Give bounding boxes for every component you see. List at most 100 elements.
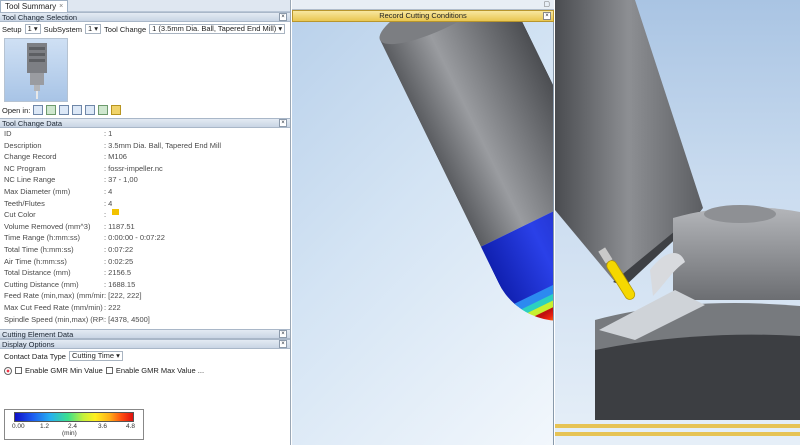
tool-data-row: ID: 1 [0, 128, 290, 140]
display-options-title: Display Options [2, 340, 55, 350]
legend-tick: 2.4 [68, 423, 78, 430]
color-legend: 0.00 1.2 2.4 3.6 4.8 (min) [4, 409, 144, 440]
tool-data-row: Time Range (h:mm:ss) : 0:00:00 - 0:07:22 [0, 232, 290, 244]
viewport-restore-icon[interactable]: ▢ [543, 0, 550, 8]
pin-icon[interactable]: × [543, 12, 551, 20]
tapered-ball-tool-render [379, 0, 553, 344]
section-close-icon[interactable]: × [279, 330, 287, 339]
subsystem-select-value: 1 [88, 24, 93, 33]
cutting-element-data-header[interactable]: Cutting Element Data × [0, 329, 290, 340]
enable-gmr-min-label: Enable GMR Min Value [25, 366, 103, 376]
tool-data-key: NC Line Range [4, 175, 56, 185]
tool-change-selection-header[interactable]: Tool Change Selection × [0, 12, 290, 22]
tool-data-key: Change Record [4, 152, 57, 162]
tool-change-data-title: Tool Change Data [2, 119, 63, 128]
tool-data-row: Max Cut Feed Rate (mm/min): 222 [0, 302, 290, 314]
viewport-title-strip: ▢ [292, 0, 554, 10]
color-palette-icon[interactable] [4, 366, 12, 375]
section-close-icon[interactable]: × [279, 119, 287, 127]
contact-data-type-label: Contact Data Type [4, 351, 66, 361]
tool-data-value: : M106 [104, 152, 127, 162]
tool-summary-panel: Tool Summary × Tool Change Selection × S… [0, 0, 291, 445]
tool-data-value: : 2156.5 [104, 268, 132, 278]
tool-change-select[interactable]: 1 (3.5mm Dia. Ball, Tapered End Mill) ▾ [149, 24, 286, 34]
tool-data-row: Cut Color: [0, 209, 290, 221]
enable-gmr-max-checkbox[interactable] [105, 367, 113, 375]
tool-change-data-header[interactable]: Tool Change Data × [0, 118, 290, 128]
record-cutting-conditions-bar[interactable]: Record Cutting Conditions × [292, 10, 554, 22]
section-close-icon[interactable]: × [279, 13, 287, 21]
tool-change-data-list: ID: 1 Description: 3.5mm Dia. Ball, Taper… [0, 128, 290, 325]
tool-data-key: Air Time (h:mm:ss) [4, 256, 67, 266]
machining-3d-viewport[interactable] [555, 0, 800, 445]
tool-data-row: NC Program : fossr-impeller.nc [0, 163, 290, 175]
setup-label: Setup [2, 24, 22, 34]
setup-select-value: 1 [27, 24, 32, 33]
legend-tick: 3.6 [98, 423, 108, 430]
contact-data-type-select[interactable]: Cutting Time ▾ [68, 351, 123, 362]
tool-data-key: Time Range (h:mm:ss) [4, 233, 80, 243]
tool-data-value: : 1 [104, 129, 113, 138]
tool-data-value: : 0:07:22 [104, 244, 134, 254]
chart-icon[interactable] [59, 105, 70, 115]
legend-tick: 1.2 [40, 423, 50, 430]
tool-data-row: Cutting Distance (mm): 1688.15 [0, 279, 290, 291]
panel-tab-bar: Tool Summary × [0, 0, 290, 12]
tool-data-row: Max Diameter (mm) : 4 [0, 186, 290, 198]
enable-gmr-max-label: Enable GMR Max Value ... [115, 366, 205, 376]
tool-data-key: NC Program [4, 163, 46, 173]
tool-manager-icon[interactable] [33, 105, 44, 115]
tool-data-value: : [222, 222] [104, 291, 142, 301]
tool-3d-viewport[interactable] [292, 0, 554, 445]
tool-data-row: Change Record : M106 [0, 151, 290, 163]
tool-change-selection-title: Tool Change Selection [2, 13, 78, 22]
tab-tool-summary[interactable]: Tool Summary × [0, 0, 69, 12]
tool-data-key: Total Distance (mm) [4, 268, 71, 278]
tool-data-value: : 222 [104, 302, 121, 312]
clipboard-icon[interactable] [111, 105, 122, 115]
tool-data-value: : 4 [104, 186, 113, 196]
setup-select[interactable]: 1 ▾ [24, 24, 41, 34]
cut-color-swatch[interactable] [112, 209, 120, 216]
tool-data-value: : 4 [104, 198, 113, 208]
tool-data-value: : 0:00:00 - 0:07:22 [104, 233, 165, 243]
record-cutting-conditions-title: Record Cutting Conditions [379, 11, 467, 20]
tool-holder-icon [27, 43, 47, 99]
tool-body [379, 0, 553, 344]
section-close-icon[interactable]: × [279, 340, 287, 349]
gear-icon[interactable] [85, 105, 96, 115]
tool-data-key: Cut Color [4, 210, 36, 220]
export-icon[interactable] [98, 105, 109, 115]
subsystem-label: SubSystem [43, 24, 82, 34]
tool-data-row: Description: 3.5mm Dia. Ball, Tapered En… [0, 140, 290, 152]
tool-data-key: Max Diameter (mm) [4, 186, 71, 196]
tool-data-key: Volume Removed (mm^3) [4, 221, 91, 231]
tool-data-row: Teeth/Flutes : 4 [0, 198, 290, 210]
tool-data-value: : 1187.51 [104, 221, 135, 231]
table-icon[interactable] [46, 105, 57, 115]
tool-data-key: Spindle Speed (min,max) (RPM) [4, 314, 104, 324]
subsystem-select[interactable]: 1 ▾ [85, 24, 102, 34]
tool-data-key: Max Cut Feed Rate (mm/min) [4, 302, 103, 312]
tool-data-row: Total Distance (mm) : 2156.5 [0, 267, 290, 279]
tool-data-value: : [104, 210, 107, 220]
display-options-header[interactable]: Display Options × [0, 339, 290, 350]
tool-data-value: : 3.5mm Dia. Ball, Tapered End Mill [104, 140, 221, 150]
tool-data-value: : fossr-impeller.nc [104, 163, 163, 173]
tool-data-value: : 37 - 1,00 [104, 175, 138, 185]
tool-change-selectors: Setup 1 ▾ SubSystem 1 ▾ Tool Change 1 (3… [0, 22, 290, 36]
contact-data-type-value: Cutting Time [71, 351, 115, 361]
open-in-label: Open in: [2, 105, 31, 115]
machining-scene-render [555, 0, 800, 436]
enable-gmr-min-checkbox[interactable] [15, 367, 22, 375]
tool-data-row: Total Time (h:mm:ss) : 0:07:22 [0, 244, 290, 256]
tab-close-icon[interactable]: × [59, 2, 63, 12]
grid-icon[interactable] [72, 105, 83, 115]
tool-data-key: Teeth/Flutes [4, 198, 45, 208]
tool-data-value: : [4378, 4500] [104, 314, 150, 324]
tool-change-label: Tool Change [104, 24, 147, 34]
tool-data-row: Spindle Speed (min,max) (RPM): [4378, 45… [0, 314, 290, 326]
tool-data-row: Volume Removed (mm^3) : 1187.51 [0, 221, 290, 233]
tool-data-row: Air Time (h:mm:ss): 0:02:25 [0, 256, 290, 268]
tool-data-key: Total Time (h:mm:ss) [4, 244, 74, 254]
